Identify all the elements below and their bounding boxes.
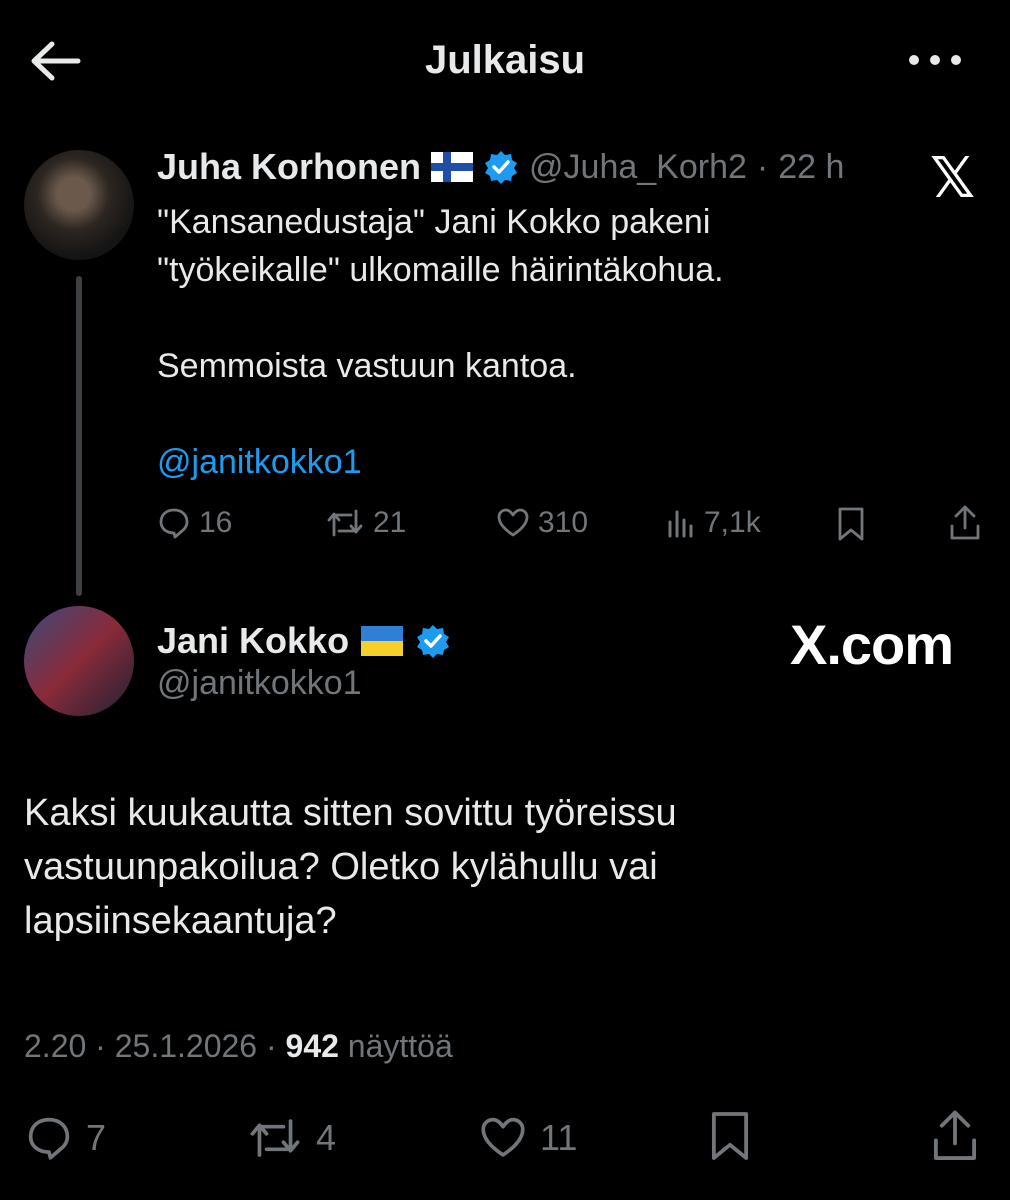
bookmark-icon	[838, 507, 864, 541]
share-button[interactable]	[930, 1108, 980, 1164]
view-count: 942	[285, 1028, 339, 1064]
share-button[interactable]	[948, 504, 982, 542]
repost-button[interactable]: 4	[246, 1114, 336, 1162]
reply-button[interactable]: 16	[157, 506, 232, 540]
x-com-watermark: X.com	[790, 613, 954, 676]
verified-icon	[485, 151, 518, 184]
reply-icon	[28, 1117, 70, 1160]
views-button[interactable]: 7,1k	[666, 506, 761, 540]
tweet2-text: Kaksi kuukautta sitten sovittu työreissu…	[24, 792, 677, 942]
more-button[interactable]	[905, 40, 965, 80]
repost-button[interactable]: 21	[325, 506, 406, 540]
thread-line	[76, 276, 82, 596]
author-name[interactable]: Jani Kokko	[157, 620, 349, 662]
author-handle[interactable]: @Juha_Korh2	[529, 148, 747, 187]
share-icon	[950, 505, 980, 540]
like-icon	[481, 1117, 525, 1157]
tweet2-header: Jani Kokko	[157, 620, 451, 662]
ukraine-flag-icon	[361, 626, 404, 656]
author-handle[interactable]: @janitkokko1	[157, 664, 362, 703]
view-label: näyttöä	[347, 1028, 453, 1064]
post-time[interactable]: 2.20	[24, 1028, 86, 1064]
more-icon	[909, 55, 961, 65]
post-time[interactable]: 22 h	[778, 148, 844, 187]
author-name[interactable]: Juha Korhonen	[157, 146, 421, 188]
bookmark-icon	[711, 1112, 749, 1160]
like-button[interactable]: 310	[496, 506, 588, 540]
page-title: Julkaisu	[424, 38, 586, 82]
avatar-juha[interactable]	[24, 150, 134, 260]
like-icon	[497, 508, 529, 537]
finland-flag-icon	[431, 152, 474, 182]
x-logo-icon[interactable]: 𝕏	[930, 145, 975, 211]
tweet1-text: "Kansanedustaja" Jani Kokko pakeni "työk…	[157, 198, 917, 486]
post-date[interactable]: 25.1.2026	[115, 1028, 257, 1064]
post-meta: 2.20 · 25.1.2026 · 942 näyttöä	[24, 1028, 453, 1064]
mention-link[interactable]: @janitkokko1	[157, 438, 917, 486]
like-button[interactable]: 11	[478, 1114, 577, 1162]
bookmark-button[interactable]	[836, 506, 866, 542]
separator: ·	[756, 147, 769, 186]
repost-icon	[327, 509, 363, 537]
reply-button[interactable]: 7	[24, 1114, 106, 1162]
reply-icon	[159, 508, 189, 539]
verified-icon	[417, 625, 450, 658]
share-icon	[933, 1110, 977, 1160]
views-icon	[668, 510, 693, 538]
avatar-jani[interactable]	[24, 606, 134, 716]
tweet1-header: Juha Korhonen @Juha_Korh2 · 22 h	[157, 146, 844, 188]
bookmark-button[interactable]	[708, 1108, 752, 1164]
repost-icon	[250, 1119, 300, 1157]
